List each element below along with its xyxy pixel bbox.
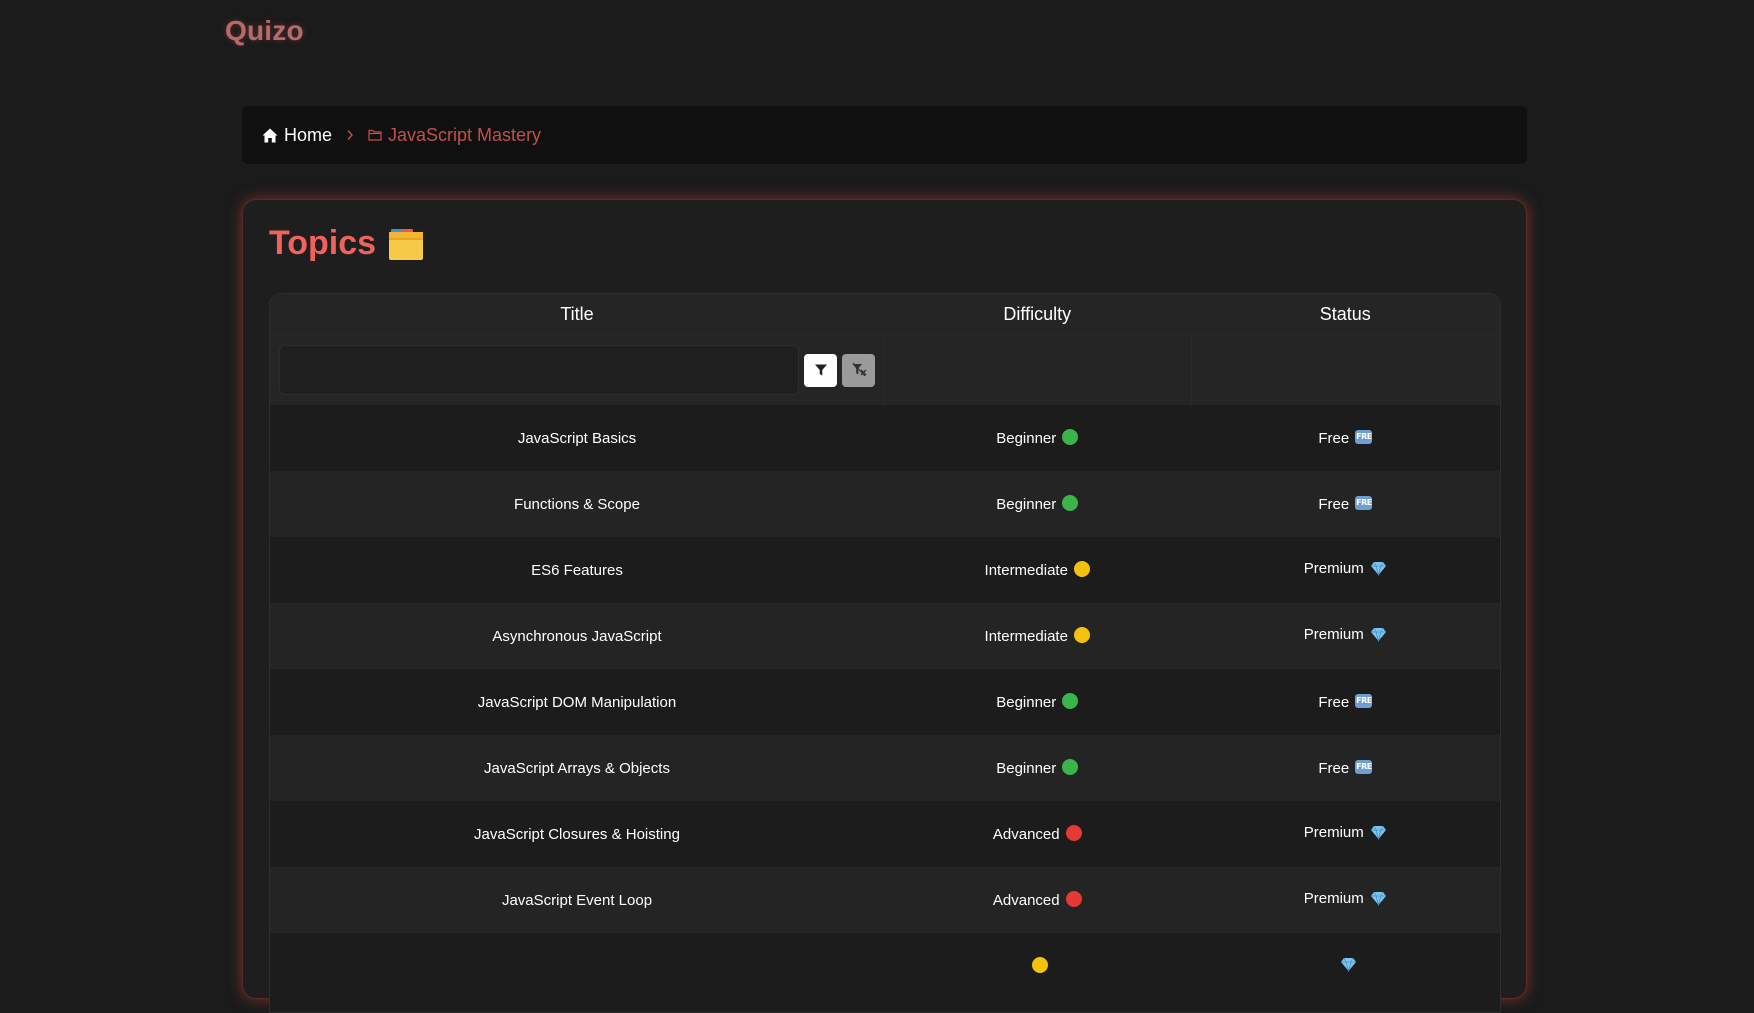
gem-icon (1370, 627, 1387, 646)
table-row[interactable]: Functions & Scope Beginner Free FREE (270, 471, 1500, 537)
status-label: Premium (1303, 560, 1364, 577)
folder-icon (368, 129, 382, 141)
topics-table: Title Difficulty Status JavaScript Basic… (269, 293, 1501, 1013)
gem-icon (1370, 561, 1387, 580)
cell-title: JavaScript Event Loop (501, 891, 653, 909)
cell-status: Premium (1191, 626, 1501, 646)
apply-filter-button[interactable] (804, 353, 837, 387)
filter-row (270, 334, 1500, 405)
difficulty-label: Beginner (996, 694, 1057, 711)
cell-title: JavaScript Closures & Hoisting (474, 825, 680, 843)
title-filter-cell (270, 335, 884, 405)
free-badge-icon: FREE (1355, 495, 1373, 510)
cell-status: Free FREE (1191, 495, 1501, 513)
status-label: Free (1318, 495, 1350, 513)
difficulty-dot-icon (1062, 759, 1079, 775)
difficulty-dot-icon (1073, 627, 1090, 643)
status-label: Premium (1303, 890, 1364, 907)
filter-icon (814, 364, 827, 376)
difficulty-label: Intermediate (984, 562, 1068, 579)
free-badge-icon: FREE (1355, 429, 1373, 444)
cell-status (1191, 956, 1501, 976)
breadcrumb-current-label: JavaScript Mastery (388, 124, 542, 145)
breadcrumb: Home JavaScript Mastery (242, 106, 1527, 164)
cell-difficulty: Beginner (884, 759, 1191, 777)
cell-status: Premium (1191, 824, 1501, 844)
table-row[interactable] (270, 933, 1500, 999)
chevron-right-icon (346, 129, 354, 141)
cell-difficulty: Beginner (884, 495, 1191, 513)
cell-difficulty: Advanced (884, 891, 1191, 909)
cell-difficulty: Beginner (884, 429, 1191, 447)
status-label: Free (1318, 759, 1350, 777)
cell-status: Premium (1191, 890, 1501, 910)
column-header-status[interactable]: Status (1191, 304, 1501, 325)
difficulty-label: Beginner (996, 496, 1057, 513)
status-label: Free (1318, 693, 1350, 711)
cell-title: Asynchronous JavaScript (492, 627, 662, 645)
filter-clear-icon (852, 362, 867, 377)
difficulty-dot-icon (1065, 825, 1082, 841)
difficulty-label: Beginner (996, 430, 1057, 447)
topics-heading-text: Topics (269, 224, 377, 262)
table-body: JavaScript BasicsBeginnerFreeFREEFunctio… (270, 405, 1500, 999)
home-icon (262, 128, 278, 142)
status-filter-cell (1190, 335, 1501, 405)
gem-icon (1370, 825, 1387, 844)
free-badge-icon: FREE (1355, 693, 1373, 708)
difficulty-label: Advanced (992, 892, 1060, 909)
status-label: Free (1318, 429, 1350, 447)
column-header-title[interactable]: Title (270, 304, 884, 325)
cell-status: Free FREE (1191, 693, 1501, 711)
difficulty-dot-icon (1065, 891, 1082, 907)
table-header: Title Difficulty Status (270, 294, 1500, 405)
difficulty-dot-icon (1032, 957, 1049, 973)
difficulty-dot-icon (1062, 495, 1079, 511)
cell-status: Premium (1191, 560, 1501, 580)
difficulty-dot-icon (1062, 693, 1079, 709)
gem-icon (1370, 891, 1387, 910)
cell-difficulty: Beginner (884, 693, 1191, 711)
breadcrumb-home-link[interactable]: Home (262, 125, 332, 146)
table-row[interactable]: Asynchronous JavaScript Intermediate Premi… (270, 603, 1500, 669)
cell-title: ES6 Features (531, 561, 623, 579)
table-row[interactable]: JavaScript Event Loop Advanced Premium (270, 867, 1500, 933)
table-row[interactable]: JavaScript Basics Beginner Free FREE (270, 405, 1500, 471)
cell-status: Free FREE (1191, 759, 1501, 777)
cell-title: JavaScript Basics (517, 429, 637, 447)
table-row[interactable]: JavaScript DOM Manipulation Beginner Free F… (270, 669, 1500, 735)
clear-filter-button[interactable] (842, 353, 875, 387)
title-filter-input[interactable] (279, 345, 799, 395)
cell-difficulty: Advanced (884, 825, 1191, 843)
breadcrumb-current: JavaScript Mastery (368, 125, 541, 146)
difficulty-dot-icon (1062, 429, 1079, 445)
header-row: Title Difficulty Status (270, 294, 1500, 334)
status-label: Premium (1303, 626, 1364, 643)
topics-heading: Topics (269, 224, 424, 263)
column-header-difficulty[interactable]: Difficulty (884, 304, 1191, 325)
cell-title: JavaScript DOM Manipulation (477, 693, 677, 711)
cell-title: JavaScript Arrays & Objects (484, 759, 670, 777)
status-label: Premium (1303, 824, 1364, 841)
difficulty-filter-cell (884, 335, 1191, 405)
table-row[interactable]: ES6 Features Intermediate Premium (270, 537, 1500, 603)
free-badge-icon: FREE (1355, 759, 1373, 774)
table-row[interactable]: JavaScript Closures & Hoisting Advanced Pr… (270, 801, 1500, 867)
difficulty-label: Intermediate (984, 628, 1068, 645)
cell-title: Functions & Scope (514, 495, 640, 513)
cell-status: Free FREE (1191, 429, 1501, 447)
difficulty-label: Beginner (996, 760, 1057, 777)
app-logo[interactable]: Quizo (225, 15, 304, 47)
breadcrumb-home-label: Home (284, 124, 333, 145)
difficulty-label: Advanced (992, 826, 1060, 843)
table-row[interactable]: JavaScript Arrays & Objects Beginner Free F… (270, 735, 1500, 801)
cell-difficulty: Intermediate (884, 627, 1191, 645)
cell-difficulty: Intermediate (884, 561, 1191, 579)
card-index-dividers-icon (388, 227, 424, 261)
difficulty-dot-icon (1073, 561, 1090, 577)
topics-card: Topics Title Difficulty Status JavaScrip… (242, 199, 1527, 1013)
